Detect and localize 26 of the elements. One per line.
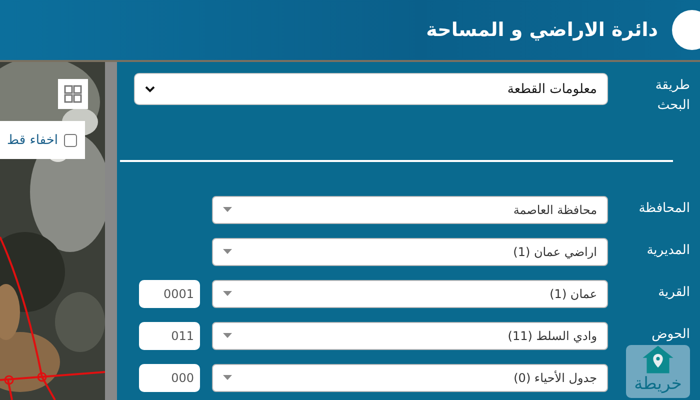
caret-icon [223, 249, 232, 255]
dropdown-select[interactable]: محافظة العاصمة [212, 196, 608, 224]
caret-icon [223, 375, 232, 381]
caret-icon [223, 291, 232, 297]
layers-button[interactable] [58, 79, 88, 109]
dropdown-select[interactable]: وادي السلط (11) [212, 322, 608, 350]
caret-icon [223, 207, 232, 213]
dropdown-select[interactable]: اراضي عمان (1) [212, 238, 608, 266]
dropdown-select[interactable]: عمان (1) [212, 280, 608, 308]
field-label: الحوض [650, 326, 690, 344]
hide-checkbox[interactable] [64, 134, 77, 146]
code-field[interactable]: 0001 [139, 280, 200, 308]
caret-icon [223, 333, 232, 339]
chevron-icon [145, 85, 155, 93]
hide-label: اخفاء قط [7, 132, 58, 148]
field-label: القرية [657, 284, 690, 302]
field-label: المحافظة [638, 200, 690, 218]
dropdown-select[interactable]: جدول الأحياء (0) [212, 364, 608, 392]
grid-icon [64, 85, 82, 103]
app-title: دائرة الاراضي و المساحة [426, 19, 658, 41]
code-field[interactable]: 011 [139, 322, 200, 350]
search-method-select[interactable]: معلومات القطعة [134, 73, 608, 105]
scrollbar[interactable] [105, 62, 117, 400]
field-label: المديرية [646, 242, 690, 260]
code-field[interactable]: 000 [139, 364, 200, 392]
field-label: طريقة البحث [654, 77, 690, 115]
